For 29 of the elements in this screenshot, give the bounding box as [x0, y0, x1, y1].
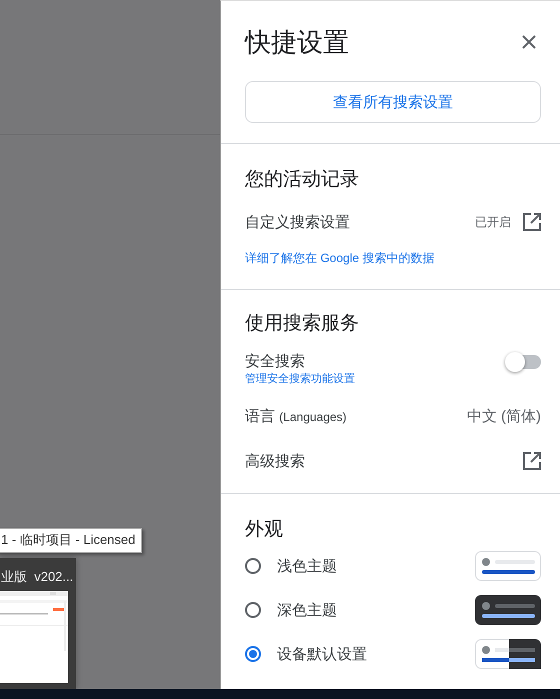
all-settings-button[interactable]: 查看所有搜索设置: [245, 81, 541, 123]
close-icon[interactable]: [522, 35, 536, 49]
window-title: 业版 v202...: [1, 568, 74, 586]
radio-button[interactable]: [245, 646, 261, 662]
section-heading: 您的活动记录: [245, 168, 360, 192]
system-theme-preview-icon: [475, 639, 541, 669]
row-label: 语言 (Languages): [245, 406, 347, 426]
theme-label: 深色主题: [277, 600, 338, 620]
dark-theme-preview-icon: [475, 595, 541, 625]
language-value[interactable]: 中文 (简体): [466, 406, 541, 426]
section-heading: 外观: [245, 518, 284, 542]
manage-link[interactable]: 管理安全搜索功能设置: [245, 371, 355, 386]
theme-label: 设备默认设置: [277, 644, 368, 664]
row-label: 安全搜索: [245, 352, 306, 371]
window-thumbnail[interactable]: 业版 v202...: [0, 558, 76, 690]
status-text: 已开启: [475, 214, 511, 230]
external-link-icon[interactable]: [523, 213, 541, 231]
row-label: 自定义搜索设置: [245, 212, 350, 232]
section-heading: 使用搜索服务: [245, 312, 360, 336]
light-theme-preview-icon: [475, 551, 541, 581]
radio-button[interactable]: [245, 558, 261, 574]
radio-button[interactable]: [245, 602, 261, 618]
tooltip: 1 - 临时项目 - Licensed: [0, 528, 142, 553]
safe-search-toggle[interactable]: [507, 355, 541, 369]
learn-more-link[interactable]: 详细了解您在 Google 搜索中的数据: [245, 250, 434, 267]
external-link-icon[interactable]: [523, 452, 541, 470]
panel-title: 快捷设置: [245, 26, 349, 58]
theme-label: 浅色主题: [277, 556, 338, 576]
row-label: 高级搜索: [245, 452, 305, 470]
